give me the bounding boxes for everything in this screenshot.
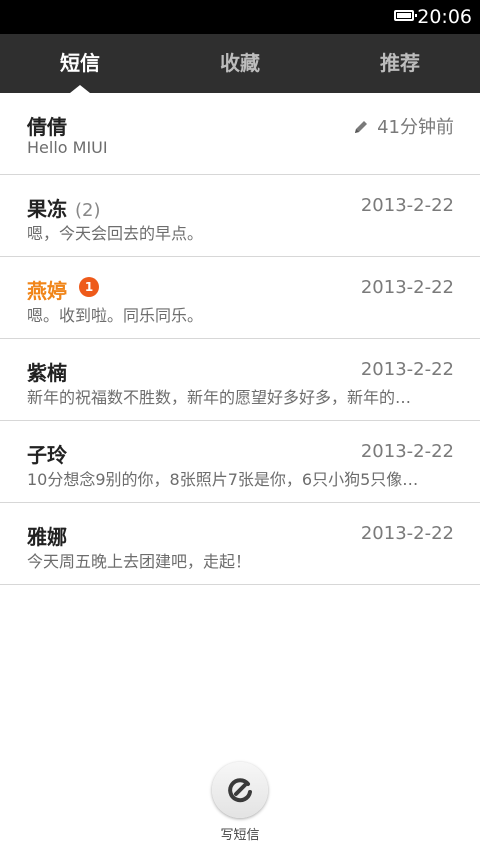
message-preview: 嗯。收到啦。同乐同乐。 bbox=[27, 306, 204, 325]
conversation-row[interactable]: 雅娜 2013-2-22 今天周五晚上去团建吧，走起！ bbox=[0, 503, 480, 585]
conversation-date: 2013-2-22 bbox=[360, 441, 454, 462]
battery-icon bbox=[394, 10, 417, 21]
message-preview: 嗯，今天会回去的早点。 bbox=[27, 224, 204, 243]
contact-name: 倩倩 bbox=[27, 115, 67, 139]
conversation-row[interactable]: 倩倩 41分钟前 Hello MIUI bbox=[0, 93, 480, 175]
contact-name: 子玲 bbox=[27, 443, 67, 467]
message-preview: Hello MIUI bbox=[27, 138, 108, 157]
message-preview: 今天周五晚上去团建吧，走起！ bbox=[27, 552, 252, 571]
tab-recommended[interactable]: 推荐 bbox=[320, 34, 480, 93]
contact-name-text: 果冻 bbox=[27, 197, 67, 221]
conversation-date: 41分钟前 bbox=[353, 113, 454, 139]
compose-label[interactable]: 写短信 bbox=[200, 824, 280, 843]
conversation-date: 2013-2-22 bbox=[360, 523, 454, 544]
conversation-date: 2013-2-22 bbox=[360, 195, 454, 216]
tab-favorites[interactable]: 收藏 bbox=[160, 34, 320, 93]
conversation-row[interactable]: 紫楠 2013-2-22 新年的祝福数不胜数，新年的愿望好多好多，新年的… bbox=[0, 339, 480, 421]
contact-name: 果冻 (2) bbox=[27, 193, 101, 222]
contact-name: 燕婷 bbox=[27, 279, 67, 303]
active-tab-indicator bbox=[70, 85, 90, 93]
draft-pencil-icon bbox=[355, 121, 368, 133]
conversation-row[interactable]: 子玲 2013-2-22 10分想念9别的你，8张照片7张是你，6只小狗5只像… bbox=[0, 421, 480, 503]
status-bar: 20:06 bbox=[0, 0, 480, 34]
unread-badge: 1 bbox=[79, 277, 99, 297]
conversation-date: 2013-2-22 bbox=[360, 277, 454, 298]
compose-button[interactable] bbox=[212, 762, 268, 818]
tab-bar: 短信 收藏 推荐 bbox=[0, 34, 480, 93]
conversation-list: 倩倩 41分钟前 Hello MIUI 果冻 (2) 2013-2-22 嗯，今天… bbox=[0, 93, 480, 585]
compose-icon bbox=[228, 778, 252, 803]
conversation-row[interactable]: 燕婷 1 2013-2-22 嗯。收到啦。同乐同乐。 bbox=[0, 257, 480, 339]
contact-name: 雅娜 bbox=[27, 525, 67, 549]
message-preview: 新年的祝福数不胜数，新年的愿望好多好多，新年的… bbox=[27, 388, 412, 407]
conversation-row[interactable]: 果冻 (2) 2013-2-22 嗯，今天会回去的早点。 bbox=[0, 175, 480, 257]
message-preview: 10分想念9别的你，8张照片7张是你，6只小狗5只像… bbox=[27, 470, 419, 489]
conversation-date-text: 41分钟前 bbox=[377, 117, 454, 138]
conversation-date: 2013-2-22 bbox=[360, 359, 454, 380]
contact-name: 紫楠 bbox=[27, 361, 67, 385]
message-count: (2) bbox=[75, 200, 101, 221]
status-time: 20:06 bbox=[417, 6, 472, 28]
